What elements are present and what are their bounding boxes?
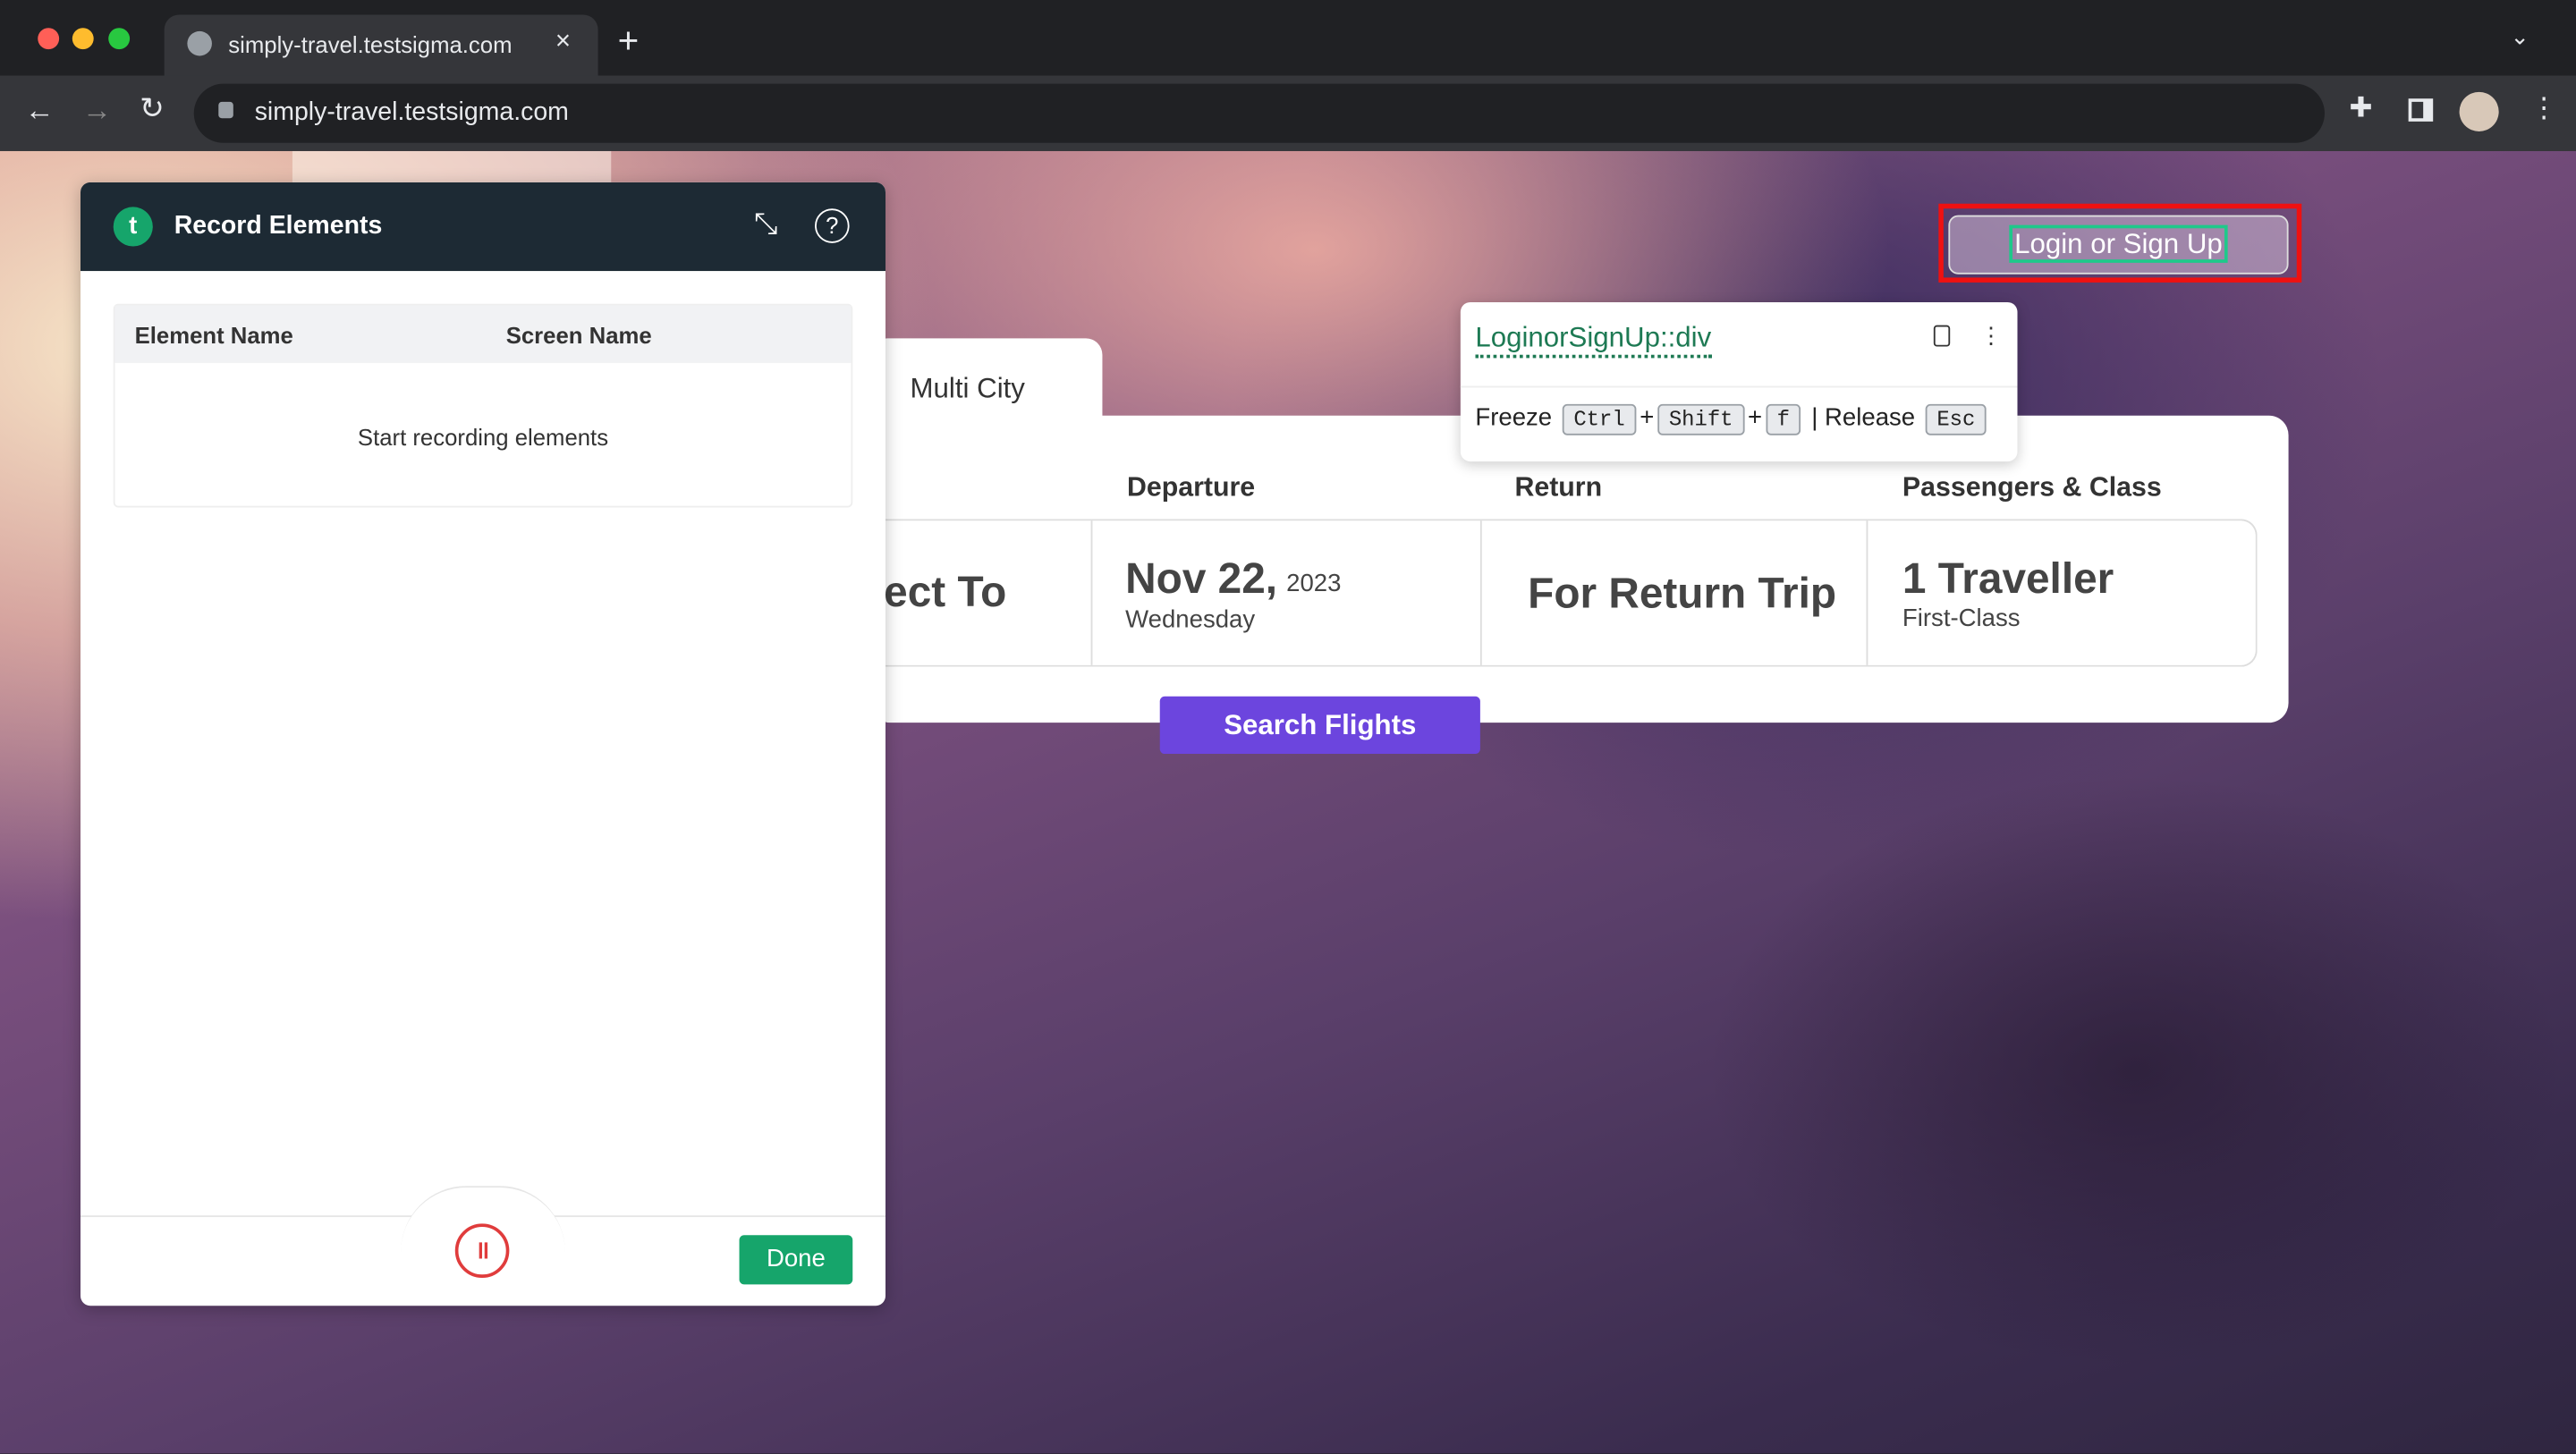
close-window-button[interactable] (38, 28, 60, 50)
panel-header: t Record Elements ⤡ ? (80, 182, 886, 272)
logo-area (292, 150, 612, 184)
separator: | (1811, 403, 1818, 433)
pause-button[interactable]: ॥ (454, 1223, 510, 1278)
more-options-icon[interactable]: ⋮ (1979, 322, 2003, 350)
return-label: Return (1514, 472, 1603, 503)
freeze-text: Freeze (1475, 403, 1553, 433)
lock-icon (218, 101, 233, 119)
departure-day: Wednesday (1125, 605, 1256, 634)
trip-tab-label: Multi City (910, 372, 1025, 404)
divider (1460, 385, 2018, 388)
departure-date: Nov 22, (1125, 553, 1278, 604)
class-value: First-Class (1902, 604, 2021, 633)
search-flights-button[interactable]: Search Flights (1159, 696, 1480, 755)
extensions-icon[interactable]: ✚ (2350, 92, 2373, 125)
to-value: ect To (884, 566, 1007, 616)
search-fields: ect To Nov 22, 2023 Wednesday For Return… (870, 519, 2258, 667)
column-element-name: Element Name (134, 321, 293, 349)
url-text: simply-travel.testsigma.com (254, 98, 569, 127)
minimize-icon[interactable]: ⤡ (754, 207, 777, 241)
column-screen-name: Screen Name (505, 321, 652, 349)
plus-sign: + (1748, 403, 1763, 433)
locator-tooltip: LoginorSignUp::div ⋮ Freeze Ctrl + Shift + f… (1460, 301, 2018, 462)
maximize-window-button[interactable] (108, 28, 131, 50)
close-icon[interactable]: × (555, 28, 571, 57)
shift-key: Shift (1657, 403, 1745, 435)
departure-year: 2023 (1286, 570, 1342, 598)
login-button[interactable]: Login or Sign Up (1948, 215, 2289, 275)
browser-tab[interactable]: simply-travel.testsigma.com × (164, 14, 598, 76)
tab-multi-city[interactable]: Multi City (870, 338, 1103, 421)
login-label: Login or Sign Up (2009, 224, 2228, 263)
ctrl-key: Ctrl (1562, 403, 1637, 435)
release-text: Release (1825, 403, 1916, 433)
return-field[interactable]: For Return Trip (1482, 520, 1868, 665)
panel-title: Record Elements (174, 211, 383, 241)
to-field[interactable]: ect To (870, 520, 1093, 665)
departure-label: Departure (1126, 472, 1256, 503)
locator-name[interactable]: LoginorSignUp::div (1475, 322, 1712, 359)
elements-table: Element Name Screen Name Start recording… (113, 303, 853, 508)
table-header: Element Name Screen Name (114, 305, 852, 363)
passengers-field[interactable]: 1 Traveller First-Class (1868, 520, 2255, 665)
copy-icon[interactable] (1933, 325, 1951, 347)
profile-avatar[interactable] (2459, 91, 2499, 131)
tab-list-chevron-icon[interactable]: ⌄ (2511, 23, 2530, 51)
address-bar[interactable]: simply-travel.testsigma.com (193, 83, 2325, 143)
new-tab-icon[interactable]: + (618, 20, 640, 63)
back-icon[interactable]: ← (25, 94, 55, 129)
empty-state-text: Start recording elements (357, 423, 609, 451)
done-button[interactable]: Done (739, 1235, 853, 1285)
globe-icon (187, 30, 212, 56)
menu-icon[interactable]: ⋮ (2530, 92, 2558, 125)
passengers-label: Passengers & Class (1902, 472, 2162, 503)
sidebar-icon[interactable] (2408, 98, 2434, 122)
plus-sign: + (1640, 403, 1655, 433)
record-elements-panel: t Record Elements ⤡ ? Element Name Scree… (80, 182, 886, 1306)
minimize-window-button[interactable] (72, 28, 94, 50)
help-icon[interactable]: ? (815, 208, 850, 243)
reload-icon[interactable]: ↻ (140, 92, 165, 127)
f-key: f (1765, 403, 1801, 435)
forward-icon[interactable]: → (82, 94, 112, 129)
return-value: For Return Trip (1528, 568, 1837, 618)
tab-strip: simply-travel.testsigma.com × + ⌄ (0, 0, 2576, 76)
departure-field[interactable]: Nov 22, 2023 Wednesday (1092, 520, 1482, 665)
tab-title: simply-travel.testsigma.com (228, 30, 513, 58)
travellers-value: 1 Traveller (1902, 553, 2114, 604)
shortcut-hint: Freeze Ctrl + Shift + f | Release Esc (1475, 403, 1989, 435)
testsigma-logo-icon: t (113, 207, 153, 247)
esc-key: Esc (1925, 403, 1987, 435)
